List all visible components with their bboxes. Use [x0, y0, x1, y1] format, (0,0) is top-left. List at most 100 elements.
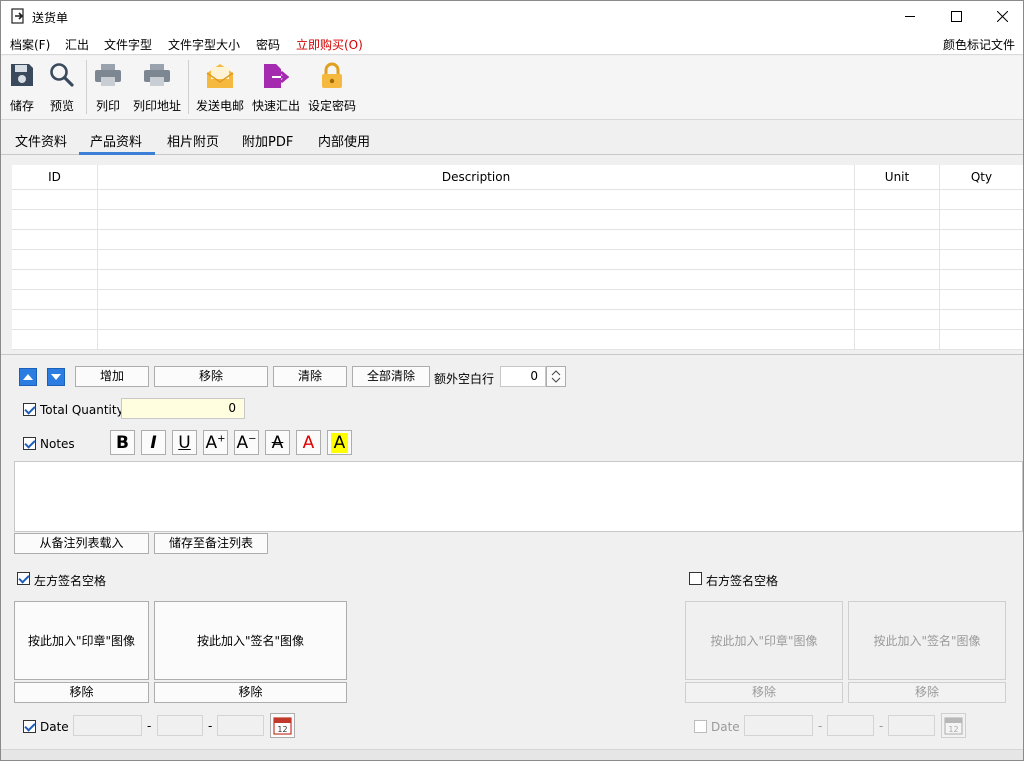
- remove-row-button[interactable]: 移除: [154, 366, 268, 387]
- left-signature-label: 左方签名空格: [34, 574, 107, 588]
- section-divider: [1, 354, 1023, 355]
- window-title: 送货单: [32, 11, 69, 25]
- italic-button[interactable]: I: [141, 430, 166, 455]
- save-to-notes-list-button[interactable]: 储存至备注列表: [154, 533, 268, 554]
- left-date-checkbox[interactable]: [23, 720, 36, 733]
- right-signature-checkbox[interactable]: [689, 572, 702, 585]
- export-icon: [264, 64, 290, 88]
- total-quantity-label: Total Quantity: [40, 403, 124, 417]
- strikethrough-button[interactable]: A: [265, 430, 290, 455]
- horizontal-scrollbar[interactable]: [1, 749, 1023, 760]
- minimize-button[interactable]: [887, 1, 933, 32]
- tab-attach-pdf[interactable]: 附加PDF: [242, 131, 293, 150]
- email-icon: [206, 64, 234, 88]
- extra-blank-rows-input[interactable]: 0: [500, 366, 546, 387]
- calendar-icon: 12: [273, 717, 292, 735]
- right-date-day[interactable]: [888, 715, 935, 736]
- save-label: 储存: [9, 99, 34, 113]
- row-divider: [12, 189, 1023, 190]
- tab-photo-pages[interactable]: 相片附页: [167, 131, 219, 150]
- maximize-button[interactable]: [933, 1, 979, 32]
- load-from-notes-list-button[interactable]: 从备注列表载入: [14, 533, 149, 554]
- right-remove-signature-button[interactable]: 移除: [848, 682, 1006, 703]
- move-down-button[interactable]: [47, 368, 65, 386]
- menu-export[interactable]: 汇出: [65, 36, 89, 53]
- left-signature-checkbox[interactable]: [17, 572, 30, 585]
- left-date-year[interactable]: [73, 715, 142, 736]
- font-color-icon: A: [302, 432, 315, 453]
- menu-buy-now[interactable]: 立即购买(O): [296, 36, 363, 53]
- right-date-month[interactable]: [827, 715, 874, 736]
- notes-checkbox[interactable]: [23, 437, 36, 450]
- save-icon: [11, 64, 33, 86]
- left-add-signature-button[interactable]: 按此加入"签名"图像: [154, 601, 347, 680]
- left-date-day[interactable]: [217, 715, 264, 736]
- underline-button[interactable]: U: [172, 430, 197, 455]
- extra-blank-rows-label: 额外空白行: [434, 372, 495, 386]
- tab-document-info[interactable]: 文件资料: [15, 131, 67, 150]
- add-row-button[interactable]: 增加: [75, 366, 149, 387]
- set-password-button[interactable]: 设定密码: [305, 56, 359, 118]
- menu-bar: 档案(F) 汇出 文件字型 文件字型大小 密码 立即购买(O) 颜色标记文件: [1, 32, 1023, 55]
- menu-font[interactable]: 文件字型: [104, 36, 152, 53]
- move-up-button[interactable]: [19, 368, 37, 386]
- spinner-icon: [551, 370, 561, 383]
- decrease-font-button[interactable]: A−: [234, 430, 259, 455]
- right-date-year[interactable]: [744, 715, 813, 736]
- date-separator: -: [208, 719, 213, 733]
- total-quantity-field[interactable]: 0: [121, 398, 245, 419]
- total-quantity-checkbox[interactable]: [23, 403, 36, 416]
- maximize-icon: [950, 11, 962, 22]
- bold-button[interactable]: B: [110, 430, 135, 455]
- tab-product-info[interactable]: 产品资料: [90, 131, 142, 150]
- row-divider: [12, 229, 1023, 230]
- increase-font-button[interactable]: A+: [203, 430, 228, 455]
- column-header-description[interactable]: Description: [98, 165, 854, 189]
- row-divider: [12, 249, 1023, 250]
- print-button[interactable]: 列印: [91, 56, 125, 118]
- column-divider: [939, 165, 940, 350]
- notes-textarea[interactable]: [14, 461, 1023, 532]
- column-divider: [97, 165, 98, 350]
- column-header-unit[interactable]: Unit: [855, 165, 939, 189]
- menu-font-size[interactable]: 文件字型大小: [168, 36, 240, 53]
- quick-export-label: 快速汇出: [251, 99, 300, 113]
- extra-blank-rows-spinner[interactable]: [546, 366, 566, 387]
- menu-file[interactable]: 档案(F): [10, 36, 50, 53]
- menu-color-tag[interactable]: 颜色标记文件: [943, 36, 1015, 53]
- save-button[interactable]: 储存: [5, 56, 39, 118]
- tab-bar: 文件资料 产品资料 相片附页 附加PDF 内部使用: [1, 122, 1023, 155]
- calendar-day-label: 12: [277, 725, 287, 734]
- notes-label: Notes: [40, 437, 75, 451]
- date-separator: -: [879, 719, 884, 733]
- left-remove-stamp-button[interactable]: 移除: [14, 682, 149, 703]
- right-calendar-button[interactable]: 12: [941, 713, 966, 738]
- print-address-button[interactable]: 列印地址: [130, 56, 184, 118]
- tab-internal-use[interactable]: 内部使用: [318, 131, 370, 150]
- right-add-stamp-button[interactable]: 按此加入"印章"图像: [685, 601, 843, 680]
- left-calendar-button[interactable]: 12: [270, 713, 295, 738]
- quick-export-button[interactable]: 快速汇出: [249, 56, 303, 118]
- close-button[interactable]: [979, 1, 1023, 32]
- column-header-qty[interactable]: Qty: [940, 165, 1023, 189]
- menu-password[interactable]: 密码: [256, 36, 280, 53]
- active-tab-indicator: [79, 152, 155, 155]
- right-add-signature-button[interactable]: 按此加入"签名"图像: [848, 601, 1006, 680]
- left-remove-signature-button[interactable]: 移除: [154, 682, 347, 703]
- row-divider: [12, 209, 1023, 210]
- font-color-button[interactable]: A: [296, 430, 321, 455]
- preview-label: 预览: [49, 99, 74, 113]
- clear-row-button[interactable]: 清除: [273, 366, 347, 387]
- toolbar: 储存 预览 列印 列印地址 发送电邮 快速汇出 设定密码: [1, 56, 1023, 120]
- product-table[interactable]: ID Description Unit Qty: [12, 165, 1023, 350]
- left-add-stamp-button[interactable]: 按此加入"印章"图像: [14, 601, 149, 680]
- preview-button[interactable]: 预览: [45, 56, 79, 118]
- right-remove-stamp-button[interactable]: 移除: [685, 682, 843, 703]
- right-date-checkbox[interactable]: [694, 720, 707, 733]
- left-date-month[interactable]: [157, 715, 203, 736]
- column-header-id[interactable]: ID: [12, 165, 97, 189]
- highlight-button[interactable]: A: [327, 430, 352, 455]
- row-divider: [12, 329, 1023, 330]
- clear-all-button[interactable]: 全部清除: [352, 366, 430, 387]
- send-email-button[interactable]: 发送电邮: [193, 56, 247, 118]
